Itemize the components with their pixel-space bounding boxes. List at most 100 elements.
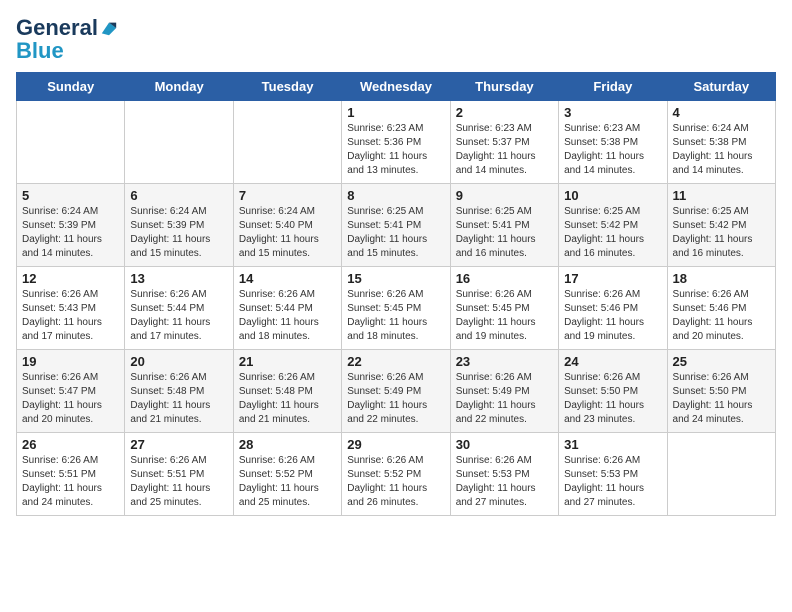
day-info: Sunrise: 6:26 AM Sunset: 5:53 PM Dayligh… xyxy=(564,454,661,510)
calendar-cell: 1Sunrise: 6:23 AM Sunset: 5:36 PM Daylig… xyxy=(342,101,450,184)
calendar-cell xyxy=(17,101,125,184)
day-info: Sunrise: 6:26 AM Sunset: 5:44 PM Dayligh… xyxy=(130,288,227,344)
calendar-table: SundayMondayTuesdayWednesdayThursdayFrid… xyxy=(16,72,776,516)
day-number: 19 xyxy=(22,354,119,369)
weekday-friday: Friday xyxy=(559,73,667,101)
day-info: Sunrise: 6:24 AM Sunset: 5:40 PM Dayligh… xyxy=(239,205,336,261)
logo: General Blue xyxy=(16,10,118,64)
calendar-cell: 8 Sunrise: 6:25 AM Sunset: 5:41 PM Daylig… xyxy=(342,184,450,267)
day-number: 11 xyxy=(673,188,770,203)
calendar-cell: 16 Sunrise: 6:26 AM Sunset: 5:45 PM Dayli… xyxy=(450,267,558,350)
day-number: 15 xyxy=(347,271,444,286)
day-number: 31 xyxy=(564,437,661,452)
day-number: 5 xyxy=(22,188,119,203)
calendar-cell: 25 Sunrise: 6:26 AM Sunset: 5:50 PM Dayli… xyxy=(667,350,775,433)
day-info: Sunrise: 6:26 AM Sunset: 5:48 PM Dayligh… xyxy=(130,371,227,427)
page-header: General Blue xyxy=(16,10,776,64)
weekday-tuesday: Tuesday xyxy=(233,73,341,101)
day-number: 2 xyxy=(456,105,553,120)
day-info: Sunrise: 6:26 AM Sunset: 5:45 PM Dayligh… xyxy=(347,288,444,344)
calendar-cell: 2 Sunrise: 6:23 AM Sunset: 5:37 PM Daylig… xyxy=(450,101,558,184)
day-number: 17 xyxy=(564,271,661,286)
day-info: Sunrise: 6:24 AM Sunset: 5:39 PM Dayligh… xyxy=(22,205,119,261)
calendar-cell: 15 Sunrise: 6:26 AM Sunset: 5:45 PM Dayli… xyxy=(342,267,450,350)
day-number: 8 xyxy=(347,188,444,203)
day-info: Sunrise: 6:26 AM Sunset: 5:47 PM Dayligh… xyxy=(22,371,119,427)
calendar-cell: 20 Sunrise: 6:26 AM Sunset: 5:48 PM Dayli… xyxy=(125,350,233,433)
calendar-cell: 6 Sunrise: 6:24 AM Sunset: 5:39 PM Daylig… xyxy=(125,184,233,267)
calendar-row-3: 19 Sunrise: 6:26 AM Sunset: 5:47 PM Dayli… xyxy=(17,350,776,433)
day-info: Sunrise: 6:26 AM Sunset: 5:43 PM Dayligh… xyxy=(22,288,119,344)
day-info: Sunrise: 6:23 AM Sunset: 5:37 PM Dayligh… xyxy=(456,122,553,178)
weekday-header-row: SundayMondayTuesdayWednesdayThursdayFrid… xyxy=(17,73,776,101)
day-info: Sunrise: 6:26 AM Sunset: 5:51 PM Dayligh… xyxy=(22,454,119,510)
calendar-row-4: 26 Sunrise: 6:26 AM Sunset: 5:51 PM Dayli… xyxy=(17,433,776,516)
logo-blue: Blue xyxy=(16,38,118,64)
day-number: 28 xyxy=(239,437,336,452)
calendar-cell: 17 Sunrise: 6:26 AM Sunset: 5:46 PM Dayli… xyxy=(559,267,667,350)
calendar-cell xyxy=(233,101,341,184)
day-number: 18 xyxy=(673,271,770,286)
day-number: 24 xyxy=(564,354,661,369)
day-info: Sunrise: 6:24 AM Sunset: 5:39 PM Dayligh… xyxy=(130,205,227,261)
day-number: 6 xyxy=(130,188,227,203)
day-number: 9 xyxy=(456,188,553,203)
day-info: Sunrise: 6:25 AM Sunset: 5:41 PM Dayligh… xyxy=(456,205,553,261)
day-info: Sunrise: 6:26 AM Sunset: 5:53 PM Dayligh… xyxy=(456,454,553,510)
day-number: 4 xyxy=(673,105,770,120)
calendar-cell: 22Sunrise: 6:26 AM Sunset: 5:49 PM Dayli… xyxy=(342,350,450,433)
day-number: 10 xyxy=(564,188,661,203)
day-number: 29 xyxy=(347,437,444,452)
calendar-cell: 26 Sunrise: 6:26 AM Sunset: 5:51 PM Dayli… xyxy=(17,433,125,516)
day-number: 30 xyxy=(456,437,553,452)
day-info: Sunrise: 6:26 AM Sunset: 5:46 PM Dayligh… xyxy=(564,288,661,344)
day-info: Sunrise: 6:26 AM Sunset: 5:48 PM Dayligh… xyxy=(239,371,336,427)
calendar-row-1: 5 Sunrise: 6:24 AM Sunset: 5:39 PM Daylig… xyxy=(17,184,776,267)
weekday-saturday: Saturday xyxy=(667,73,775,101)
calendar-cell: 11 Sunrise: 6:25 AM Sunset: 5:42 PM Dayli… xyxy=(667,184,775,267)
calendar-cell: 10Sunrise: 6:25 AM Sunset: 5:42 PM Dayli… xyxy=(559,184,667,267)
day-number: 13 xyxy=(130,271,227,286)
day-number: 1 xyxy=(347,105,444,120)
calendar-cell: 23 Sunrise: 6:26 AM Sunset: 5:49 PM Dayli… xyxy=(450,350,558,433)
calendar-cell: 5 Sunrise: 6:24 AM Sunset: 5:39 PM Daylig… xyxy=(17,184,125,267)
day-number: 16 xyxy=(456,271,553,286)
weekday-monday: Monday xyxy=(125,73,233,101)
day-number: 23 xyxy=(456,354,553,369)
calendar-cell: 30 Sunrise: 6:26 AM Sunset: 5:53 PM Dayli… xyxy=(450,433,558,516)
calendar-cell xyxy=(667,433,775,516)
day-number: 22 xyxy=(347,354,444,369)
day-info: Sunrise: 6:26 AM Sunset: 5:50 PM Dayligh… xyxy=(673,371,770,427)
day-number: 7 xyxy=(239,188,336,203)
day-number: 26 xyxy=(22,437,119,452)
calendar-cell: 27Sunrise: 6:26 AM Sunset: 5:51 PM Dayli… xyxy=(125,433,233,516)
weekday-sunday: Sunday xyxy=(17,73,125,101)
calendar-row-2: 12 Sunrise: 6:26 AM Sunset: 5:43 PM Dayli… xyxy=(17,267,776,350)
calendar-cell: 14Sunrise: 6:26 AM Sunset: 5:44 PM Dayli… xyxy=(233,267,341,350)
calendar-cell: 9 Sunrise: 6:25 AM Sunset: 5:41 PM Daylig… xyxy=(450,184,558,267)
day-number: 12 xyxy=(22,271,119,286)
day-info: Sunrise: 6:25 AM Sunset: 5:42 PM Dayligh… xyxy=(673,205,770,261)
calendar-cell: 7 Sunrise: 6:24 AM Sunset: 5:40 PM Daylig… xyxy=(233,184,341,267)
day-number: 25 xyxy=(673,354,770,369)
day-info: Sunrise: 6:23 AM Sunset: 5:38 PM Dayligh… xyxy=(564,122,661,178)
day-info: Sunrise: 6:26 AM Sunset: 5:45 PM Dayligh… xyxy=(456,288,553,344)
calendar-cell: 31 Sunrise: 6:26 AM Sunset: 5:53 PM Dayli… xyxy=(559,433,667,516)
calendar-cell: 29 Sunrise: 6:26 AM Sunset: 5:52 PM Dayli… xyxy=(342,433,450,516)
calendar-cell: 12 Sunrise: 6:26 AM Sunset: 5:43 PM Dayli… xyxy=(17,267,125,350)
day-number: 27 xyxy=(130,437,227,452)
calendar-cell: 21 Sunrise: 6:26 AM Sunset: 5:48 PM Dayli… xyxy=(233,350,341,433)
day-number: 3 xyxy=(564,105,661,120)
calendar-cell: 18Sunrise: 6:26 AM Sunset: 5:46 PM Dayli… xyxy=(667,267,775,350)
calendar-cell: 3 Sunrise: 6:23 AM Sunset: 5:38 PM Daylig… xyxy=(559,101,667,184)
day-info: Sunrise: 6:26 AM Sunset: 5:52 PM Dayligh… xyxy=(239,454,336,510)
day-info: Sunrise: 6:26 AM Sunset: 5:44 PM Dayligh… xyxy=(239,288,336,344)
calendar-cell xyxy=(125,101,233,184)
day-info: Sunrise: 6:26 AM Sunset: 5:52 PM Dayligh… xyxy=(347,454,444,510)
day-info: Sunrise: 6:25 AM Sunset: 5:41 PM Dayligh… xyxy=(347,205,444,261)
day-number: 21 xyxy=(239,354,336,369)
day-number: 20 xyxy=(130,354,227,369)
weekday-thursday: Thursday xyxy=(450,73,558,101)
weekday-wednesday: Wednesday xyxy=(342,73,450,101)
day-info: Sunrise: 6:26 AM Sunset: 5:49 PM Dayligh… xyxy=(456,371,553,427)
